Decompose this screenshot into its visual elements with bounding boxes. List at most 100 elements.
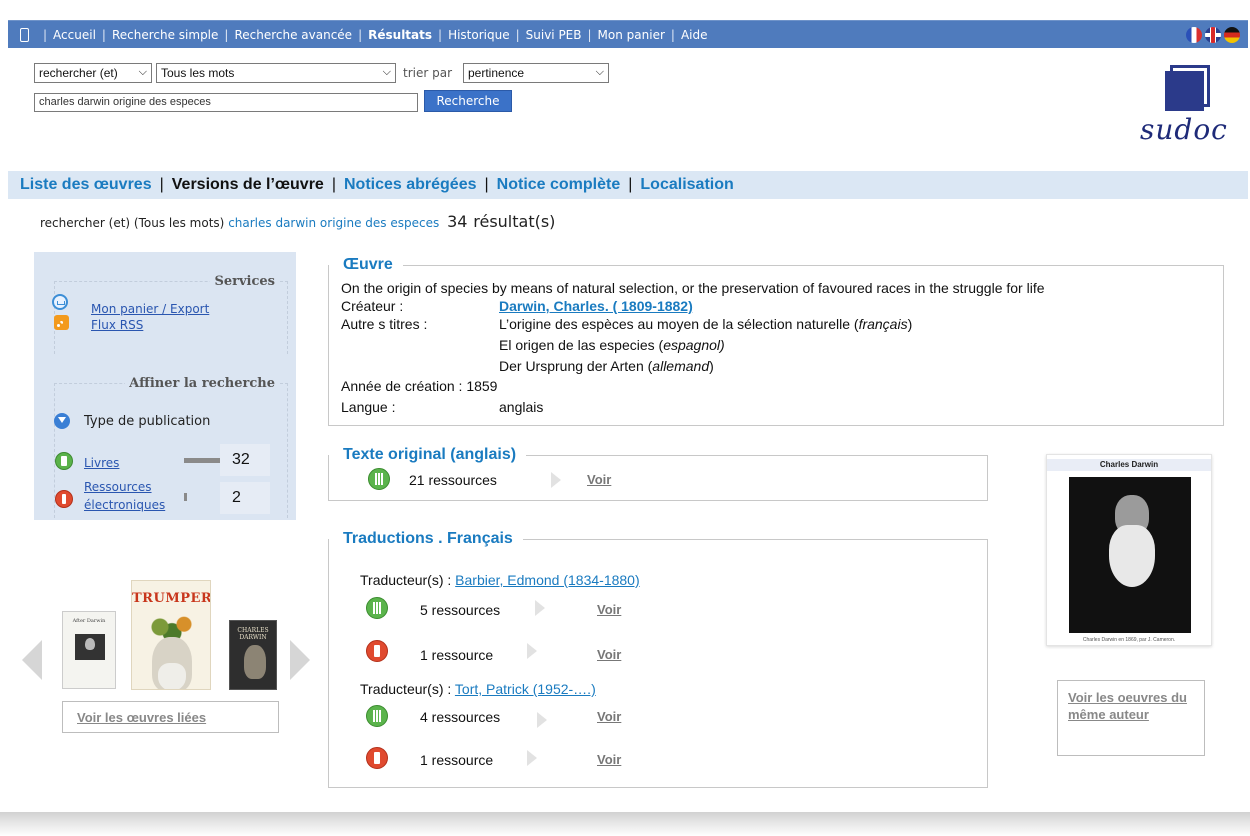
voir-link[interactable]: Voir <box>597 647 621 662</box>
arrow-right-icon <box>537 712 547 728</box>
original-legend: Texte original (anglais) <box>343 446 517 463</box>
result-count: 34 <box>447 212 468 231</box>
cover-portrait <box>75 634 105 660</box>
nav-aide[interactable]: Aide <box>681 28 708 42</box>
tab-notices-abregees[interactable]: Notices abrégées <box>344 176 477 194</box>
ressources-count: 2 <box>220 482 270 514</box>
ressources-count-bar <box>184 493 187 501</box>
electronic-resource-icon <box>362 637 392 667</box>
resource-count: 21 ressources <box>409 472 497 488</box>
arrow-right-icon <box>551 472 561 488</box>
creator-link[interactable]: Darwin, Charles. ( 1809-1882) <box>499 298 693 314</box>
nav-recherche-simple[interactable]: Recherche simple <box>112 28 218 42</box>
related-work-cover[interactable]: TRUMPERY <box>131 580 211 690</box>
mobile-icon[interactable] <box>20 27 29 42</box>
translator-link[interactable]: Tort, Patrick (1952-….) <box>455 681 596 697</box>
logo-square-filled <box>1165 71 1204 111</box>
related-work-cover[interactable]: CHARLES DARWIN <box>229 620 277 690</box>
publication-type-label: Type de publication <box>84 414 211 429</box>
search-input[interactable]: charles darwin origine des especes <box>34 93 418 112</box>
rss-icon[interactable] <box>54 315 69 330</box>
view-tabs: Liste des œuvres | Versions de l’œuvre |… <box>8 171 1248 199</box>
creation-year: 1859 <box>466 378 498 394</box>
flag-de-icon[interactable] <box>1224 27 1240 43</box>
print-resource-icon <box>362 594 392 624</box>
electronic-resource-icon <box>362 744 392 774</box>
creator-label: Créateur : <box>341 298 404 314</box>
language-value: anglais <box>499 399 544 415</box>
related-works-button[interactable]: Voir les œuvres liées <box>62 701 279 733</box>
sudoc-logo[interactable]: sudoc <box>1140 65 1240 155</box>
work-panel: Œuvre On the origin of species by means … <box>328 256 1224 426</box>
nav-resultats[interactable]: Résultats <box>368 28 432 42</box>
work-title: On the origin of species by means of nat… <box>341 280 1045 296</box>
services-title: Services <box>214 274 275 289</box>
livres-count-bar <box>184 458 220 463</box>
flag-uk-icon[interactable] <box>1205 27 1221 43</box>
work-legend: Œuvre <box>343 256 393 273</box>
voir-link[interactable]: Voir <box>587 472 611 487</box>
book-icon <box>55 452 73 470</box>
language-label: Langue : <box>341 399 396 415</box>
other-titles-label: Autre s titres : <box>341 316 428 332</box>
arrow-right-icon <box>527 643 537 659</box>
words-mode-select[interactable]: Tous les mots ⌵ <box>156 63 396 83</box>
portrait-photo <box>1069 477 1191 633</box>
flag-fr-icon[interactable] <box>1186 27 1202 43</box>
voir-link[interactable]: Voir <box>597 602 621 617</box>
basket-export-link[interactable]: Mon panier / Export <box>91 302 209 316</box>
search-button[interactable]: Recherche <box>424 90 512 112</box>
filter-ressources-link[interactable]: Ressources <box>84 480 152 494</box>
portrait-caption: Charles Darwin en 1869, par J. Cameron. <box>1082 637 1176 643</box>
chevron-down-icon: ⌵ <box>595 66 604 78</box>
chevron-down-icon: ⌵ <box>138 66 147 78</box>
voir-link[interactable]: Voir <box>597 752 621 767</box>
other-title: El origen de las especies (espagnol) <box>499 337 725 353</box>
livres-count: 32 <box>220 444 270 476</box>
resource-count: 1 ressource <box>420 752 494 768</box>
top-navigation-bar: | Accueil | Recherche simple | Recherche… <box>8 20 1248 48</box>
arrow-right-icon <box>535 600 545 616</box>
other-title: L’origine des espèces au moyen de la sél… <box>499 316 913 332</box>
filter-electroniques-link[interactable]: électroniques <box>84 498 165 512</box>
tab-liste-oeuvres[interactable]: Liste des œuvres <box>20 176 152 194</box>
chevron-down-icon: ⌵ <box>382 66 391 78</box>
publication-type-icon[interactable] <box>54 413 70 429</box>
nav-suivi-peb[interactable]: Suivi PEB <box>526 28 582 42</box>
translations-legend: Traductions . Français <box>343 530 513 547</box>
translator-row: Traducteur(s) : Barbier, Edmond (1834-18… <box>360 572 640 588</box>
author-portrait[interactable]: Charles Darwin Charles Darwin en 1869, p… <box>1046 454 1212 646</box>
refine-title: Affiner la recherche <box>129 376 275 391</box>
basket-icon[interactable] <box>52 294 68 310</box>
cover-portrait <box>244 645 266 679</box>
logo-text: sudoc <box>1140 113 1228 146</box>
portrait-title: Charles Darwin <box>1047 459 1211 471</box>
query-terms: charles darwin origine des especes <box>228 216 440 230</box>
tab-localisation[interactable]: Localisation <box>640 176 733 194</box>
tab-versions-oeuvre[interactable]: Versions de l’œuvre <box>172 176 324 194</box>
sort-select[interactable]: pertinence ⌵ <box>463 63 609 83</box>
arrow-right-icon <box>527 750 537 766</box>
resource-count: 1 ressource <box>420 647 494 663</box>
nav-accueil[interactable]: Accueil <box>53 28 96 42</box>
voir-link[interactable]: Voir <box>597 709 621 724</box>
same-author-works-button[interactable]: Voir les oeuvres du même auteur <box>1057 680 1205 756</box>
nav-mon-panier[interactable]: Mon panier <box>598 28 665 42</box>
nav-historique[interactable]: Historique <box>448 28 510 42</box>
nav-recherche-avancee[interactable]: Recherche avancée <box>234 28 352 42</box>
resource-count: 4 ressources <box>420 709 501 725</box>
resource-count: 5 ressources <box>420 602 501 618</box>
carousel-prev-arrow-icon[interactable] <box>22 640 42 680</box>
carousel-next-arrow-icon[interactable] <box>290 640 310 680</box>
tab-notice-complete[interactable]: Notice complète <box>497 176 621 194</box>
filter-livres-link[interactable]: Livres <box>84 456 119 470</box>
electronic-resource-icon <box>55 490 73 508</box>
operator-select[interactable]: rechercher (et) ⌵ <box>34 63 152 83</box>
rss-link[interactable]: Flux RSS <box>91 318 143 332</box>
sort-label: trier par <box>403 66 453 80</box>
related-work-cover[interactable]: After Darwin <box>62 611 116 689</box>
translator-row: Traducteur(s) : Tort, Patrick (1952-….) <box>360 681 596 697</box>
query-summary: rechercher (et) (Tous les mots) charles … <box>40 212 556 231</box>
translator-link[interactable]: Barbier, Edmond (1834-1880) <box>455 572 639 588</box>
other-title: Der Ursprung der Arten (allemand) <box>499 358 714 374</box>
